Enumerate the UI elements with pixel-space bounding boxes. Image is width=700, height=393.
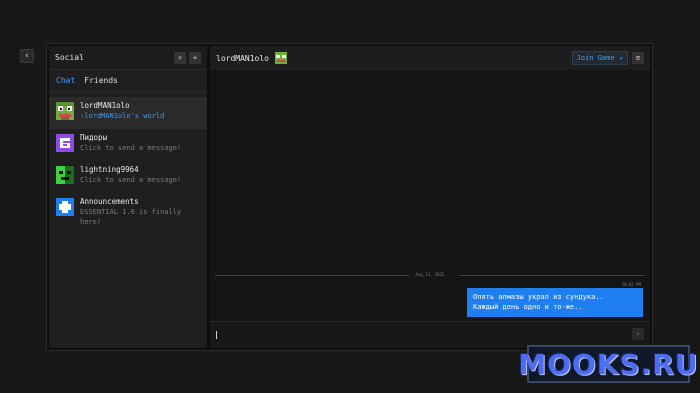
back-button[interactable]: ‹ bbox=[20, 49, 34, 63]
add-button[interactable]: + bbox=[189, 51, 201, 64]
message-line: Каждый день одно и то-же.. bbox=[473, 303, 583, 311]
frog-avatar bbox=[274, 52, 287, 64]
social-window: Social ⌕ + Chat Friends lordMAN1olo ›lor bbox=[46, 43, 653, 351]
chat-menu-button[interactable]: ≡ bbox=[632, 52, 644, 64]
sidebar-tabs: Chat Friends bbox=[49, 70, 207, 93]
conversation-preview: Click to send a message! bbox=[80, 144, 182, 152]
message-bubble[interactable]: Опять алмазы украл из сундука.. Каждый д… bbox=[467, 288, 643, 317]
conversation-preview: Click to send a message! bbox=[80, 176, 182, 184]
essential-avatar bbox=[56, 198, 74, 216]
chat-title: lordMAN1olo bbox=[216, 53, 269, 63]
conversation-name: Announcements bbox=[80, 197, 139, 206]
conversation-item-group[interactable]: Пидоры Click to send a message! bbox=[49, 129, 207, 161]
search-button[interactable]: ⌕ bbox=[174, 51, 186, 64]
conversation-name: Пидоры bbox=[80, 133, 108, 142]
conversation-name: lightning9964 bbox=[80, 165, 139, 174]
conversation-world-link[interactable]: ›lordMAN1olo's world bbox=[80, 111, 164, 121]
frog-avatar bbox=[56, 102, 74, 120]
date-divider: Aug 13, 2022 bbox=[215, 272, 645, 278]
message-timestamp: 10:01 PM bbox=[621, 282, 641, 287]
chevron-right-icon: › bbox=[635, 330, 641, 338]
conversation-item-lightning9964[interactable]: lightning9964 Click to send a message! bbox=[49, 161, 207, 193]
green-avatar bbox=[56, 166, 74, 184]
message-line: Опять алмазы украл из сундука.. bbox=[473, 293, 604, 301]
search-icon: ⌕ bbox=[177, 53, 183, 62]
conversation-item-announcements[interactable]: Announcements ESSENTIAL 1.0 is finally h… bbox=[49, 193, 207, 226]
chat-panel: lordMAN1olo Join Game ↗ ≡ Aug 13, 2022 1… bbox=[210, 46, 650, 348]
tab-friends[interactable]: Friends bbox=[84, 76, 118, 92]
plus-icon: + bbox=[192, 53, 198, 62]
conversation-name: lordMAN1olo bbox=[80, 101, 130, 110]
chevron-left-icon: ‹ bbox=[24, 51, 30, 61]
watermark-logo: MOOKS.RU bbox=[518, 345, 698, 383]
group-avatar bbox=[56, 134, 74, 152]
send-button[interactable]: › bbox=[632, 328, 644, 340]
conversation-preview: ESSENTIAL 1.0 is finally here! bbox=[80, 208, 182, 226]
watermark-text: MOOKS.RU bbox=[518, 347, 699, 381]
divider-line bbox=[459, 275, 645, 276]
menu-icon: ≡ bbox=[635, 54, 641, 62]
join-game-button[interactable]: Join Game ↗ bbox=[571, 51, 628, 65]
text-caret bbox=[216, 331, 217, 339]
chat-header: lordMAN1olo Join Game ↗ ≡ bbox=[210, 46, 650, 70]
conversation-item-lordman1olo[interactable]: lordMAN1olo ›lordMAN1olo's world bbox=[49, 97, 207, 129]
message-input[interactable]: › bbox=[210, 321, 650, 348]
sidebar: Social ⌕ + Chat Friends lordMAN1olo ›lor bbox=[49, 46, 207, 348]
sidebar-title: Social bbox=[55, 53, 84, 62]
tab-chat[interactable]: Chat bbox=[56, 76, 75, 92]
sidebar-header: Social ⌕ + bbox=[49, 46, 207, 70]
